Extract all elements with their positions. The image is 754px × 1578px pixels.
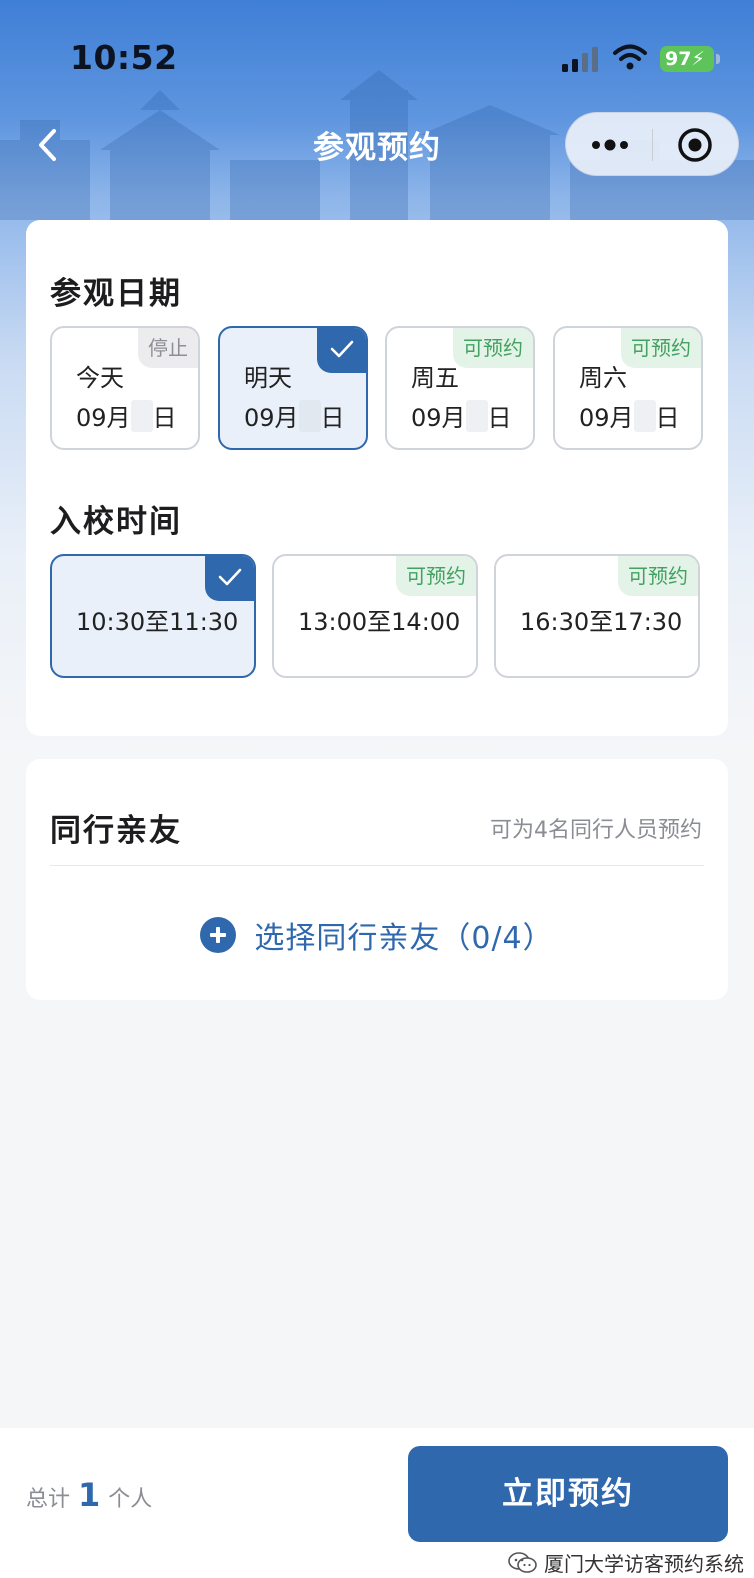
wechat-watermark: 厦门大学访客预约系统 bbox=[508, 1548, 744, 1577]
check-icon bbox=[218, 568, 242, 586]
date-suffix: 日 bbox=[487, 404, 512, 432]
stopped-tag: 停止 bbox=[138, 328, 198, 368]
navigation-bar: 参观预约 bbox=[0, 110, 754, 176]
watermark-text: 厦门大学访客预约系统 bbox=[544, 1552, 744, 1576]
available-tag: 可预约 bbox=[618, 556, 698, 596]
selected-check-badge bbox=[205, 556, 254, 601]
time-option-1300[interactable]: 可预约 13:00至14:00 bbox=[272, 554, 478, 678]
date-day-label: 周五 bbox=[411, 364, 459, 392]
time-slot-label: 13:00至14:00 bbox=[298, 608, 461, 636]
total-prefix: 总计 bbox=[26, 1487, 71, 1512]
entry-time-title: 入校时间 bbox=[50, 504, 182, 540]
companions-hint: 可为4名同行人员预约 bbox=[490, 818, 702, 843]
date-month: 09月 bbox=[76, 404, 131, 432]
divider bbox=[50, 865, 704, 866]
date-option-today[interactable]: 停止 今天 09月日 bbox=[50, 326, 200, 450]
date-month: 09月 bbox=[579, 404, 634, 432]
time-option-1030[interactable]: 10:30至11:30 bbox=[50, 554, 256, 678]
date-suffix: 日 bbox=[152, 404, 177, 432]
date-day-label: 今天 bbox=[76, 364, 124, 392]
wechat-icon bbox=[508, 1551, 537, 1573]
status-bar: 10:52 97⚡ bbox=[0, 0, 754, 110]
date-blur-mask bbox=[633, 400, 656, 432]
companions-card: 同行亲友 可为4名同行人员预约 选择同行亲友（0/4） bbox=[26, 759, 728, 1000]
date-blur-mask bbox=[465, 400, 488, 432]
total-suffix: 个人 bbox=[108, 1487, 153, 1512]
capsule-divider bbox=[652, 129, 653, 161]
battery-indicator: 97⚡ bbox=[660, 46, 714, 72]
date-option-saturday[interactable]: 可预约 周六 09月日 bbox=[553, 326, 703, 450]
date-value: 09月日 bbox=[244, 398, 345, 433]
date-suffix: 日 bbox=[320, 404, 345, 432]
time-option-1630[interactable]: 可预约 16:30至17:30 bbox=[494, 554, 700, 678]
wifi-icon bbox=[613, 44, 647, 70]
date-month: 09月 bbox=[411, 404, 466, 432]
available-tag: 可预约 bbox=[453, 328, 533, 368]
schedule-card: 参观日期 停止 今天 09月日 明天 09月日 可预约 周五 09月日 可预约 … bbox=[26, 220, 728, 736]
check-icon bbox=[330, 340, 354, 358]
available-tag: 可预约 bbox=[621, 328, 701, 368]
add-companion-row: 选择同行亲友（0/4） bbox=[26, 913, 728, 959]
target-icon[interactable] bbox=[677, 127, 713, 163]
date-blur-mask bbox=[130, 400, 153, 432]
status-time: 10:52 bbox=[70, 38, 178, 77]
date-day-label: 周六 bbox=[579, 364, 627, 392]
time-slot-label: 16:30至17:30 bbox=[520, 608, 683, 636]
date-day-label: 明天 bbox=[244, 364, 292, 392]
add-companion-button[interactable]: 选择同行亲友（0/4） bbox=[200, 913, 553, 957]
date-month: 09月 bbox=[244, 404, 299, 432]
add-companion-label: 选择同行亲友（0/4） bbox=[254, 921, 554, 956]
miniprogram-capsule bbox=[565, 112, 739, 176]
plus-icon bbox=[200, 917, 237, 953]
visitor-total: 总计 1 个人 bbox=[26, 1476, 152, 1514]
visit-date-title: 参观日期 bbox=[50, 276, 182, 312]
battery-level: 97 bbox=[665, 48, 692, 70]
date-value: 09月日 bbox=[579, 398, 680, 433]
date-suffix: 日 bbox=[655, 404, 680, 432]
date-option-friday[interactable]: 可预约 周五 09月日 bbox=[385, 326, 535, 450]
date-blur-mask bbox=[298, 400, 321, 432]
selected-check-badge bbox=[317, 328, 366, 373]
more-icon[interactable] bbox=[590, 133, 630, 157]
total-count: 1 bbox=[78, 1476, 101, 1514]
available-tag: 可预约 bbox=[396, 556, 476, 596]
signal-icon bbox=[562, 47, 598, 72]
book-now-button[interactable]: 立即预约 bbox=[408, 1446, 728, 1542]
companions-title: 同行亲友 bbox=[50, 813, 182, 849]
date-value: 09月日 bbox=[76, 398, 177, 433]
date-value: 09月日 bbox=[411, 398, 512, 433]
date-option-tomorrow[interactable]: 明天 09月日 bbox=[218, 326, 368, 450]
time-slot-label: 10:30至11:30 bbox=[76, 608, 239, 636]
battery-tip bbox=[716, 54, 720, 64]
